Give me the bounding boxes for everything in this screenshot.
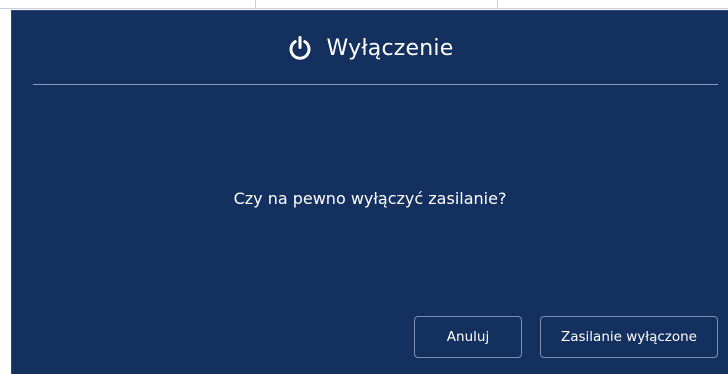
background-gridline (0, 8, 728, 9)
cancel-button[interactable]: Anuluj (414, 316, 522, 358)
background-gridline (255, 0, 256, 9)
confirmation-message: Czy na pewno wyłączyć zasilanie? (233, 189, 507, 208)
dialog-title: Wyłączenie (326, 35, 454, 61)
shutdown-dialog: Wyłączenie Czy na pewno wyłączyć zasilan… (11, 10, 728, 374)
header-divider (33, 84, 718, 85)
power-icon (287, 35, 313, 61)
power-off-button[interactable]: Zasilanie wyłączone (540, 316, 718, 358)
dialog-header: Wyłączenie (12, 11, 728, 85)
background-gridline (497, 0, 498, 9)
